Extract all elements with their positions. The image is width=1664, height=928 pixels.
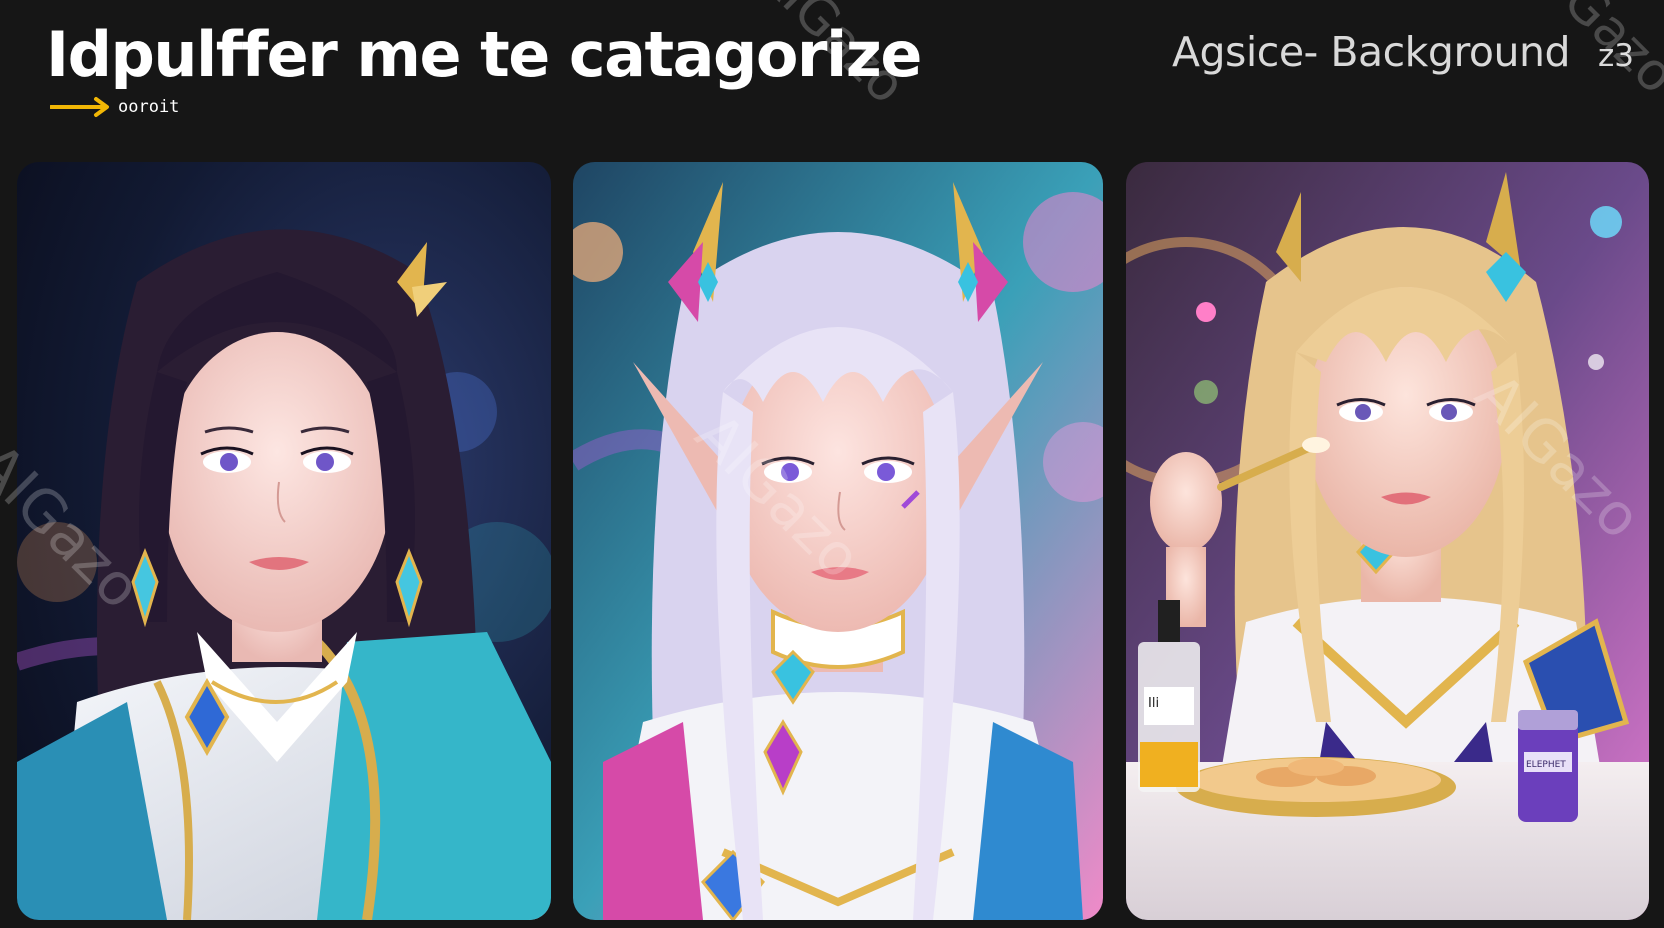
- gallery-card-dark-hair[interactable]: [17, 162, 551, 920]
- gallery-card-blonde-cosmetics[interactable]: Ili ELEPHET: [1126, 162, 1649, 920]
- image-gallery: Ili ELEPHET AIGazo AIGazo AIGazo: [0, 162, 1654, 920]
- portrait-blonde-cosmetics-image: Ili ELEPHET: [1126, 162, 1649, 920]
- badge: z3: [1598, 38, 1634, 74]
- sub-nav-link[interactable]: ooroit: [50, 96, 179, 118]
- portrait-dark-hair-image: [17, 162, 551, 920]
- jar-label: ELEPHET: [1526, 760, 1566, 770]
- arrow-right-icon: [50, 97, 109, 117]
- sub-nav-label: ooroit: [118, 97, 180, 117]
- background-label[interactable]: Agsice- Background: [1172, 28, 1571, 76]
- gallery-card-silver-elf[interactable]: [573, 162, 1103, 920]
- portrait-silver-elf-image: [573, 162, 1103, 920]
- bottle-label: Ili: [1148, 696, 1159, 711]
- page-title: Idpulffer me te catagorize: [46, 18, 922, 91]
